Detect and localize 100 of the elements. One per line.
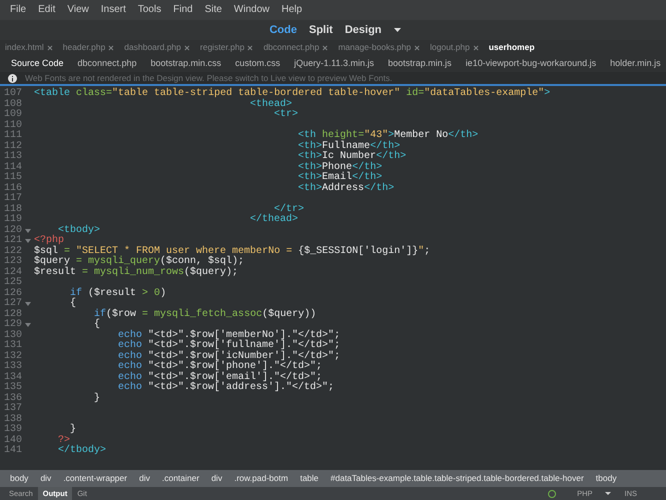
related-file-tab[interactable]: dbconnect.php bbox=[70, 55, 144, 72]
tag-selector-item[interactable]: .row.pad-botm bbox=[228, 470, 294, 487]
line-number: 139 bbox=[2, 425, 22, 435]
line-number: 132 bbox=[2, 352, 22, 362]
tag-selector-item[interactable]: body bbox=[4, 470, 34, 487]
fold-icon[interactable] bbox=[25, 239, 31, 244]
close-icon bbox=[108, 44, 114, 50]
line-number: 133 bbox=[2, 362, 22, 372]
line-number: 130 bbox=[2, 330, 22, 340]
code-line: <th height="43">Member No</th> bbox=[297, 131, 478, 141]
code-line: </thead> bbox=[249, 215, 298, 226]
line-number: 122 bbox=[2, 246, 22, 256]
fold-icon[interactable] bbox=[25, 323, 31, 328]
code-line: <th>Address</th> bbox=[297, 184, 394, 194]
related-file-tab[interactable]: custom.css bbox=[228, 55, 288, 72]
code-line: <th>Email</th> bbox=[297, 173, 382, 183]
close-icon bbox=[46, 44, 53, 50]
related-file-tab[interactable]: bootstrap.min.css bbox=[144, 55, 228, 72]
line-number: 121 bbox=[2, 236, 22, 246]
close-icon bbox=[322, 44, 328, 50]
line-number: 109 bbox=[2, 110, 22, 120]
line-number: 110 bbox=[2, 120, 22, 130]
caret-icon[interactable] bbox=[394, 28, 401, 32]
document-tab[interactable]: dbconnect.php bbox=[258, 40, 334, 55]
document-tab[interactable]: header.php bbox=[58, 40, 120, 55]
code-line: } bbox=[93, 394, 100, 404]
code-line: <th>Phone</th> bbox=[297, 162, 382, 172]
menu-item[interactable]: Insert bbox=[94, 0, 132, 20]
line-number: 129 bbox=[2, 320, 22, 330]
code-line: <table class="table table-striped table-bordered table-hover" id="dataTables-example"> bbox=[34, 89, 550, 99]
related-file-tab[interactable]: jQuery-1.11.3.min.js bbox=[287, 55, 382, 72]
line-number: 118 bbox=[2, 204, 22, 214]
code-line: if($row = mysqli_fetch_assoc($query)) bbox=[93, 310, 316, 320]
line-number: 115 bbox=[2, 173, 22, 183]
tag-selector-item[interactable]: div bbox=[205, 470, 228, 487]
line-number: 134 bbox=[2, 372, 22, 382]
line-number: 137 bbox=[2, 404, 22, 414]
code-line: echo "<td>".$row['memberNo']."</td>"; bbox=[117, 330, 340, 340]
menu-item[interactable]: Tools bbox=[132, 0, 168, 20]
related-file-tab[interactable]: Source Code bbox=[4, 55, 71, 72]
line-number: 136 bbox=[2, 394, 22, 404]
line-number: 125 bbox=[2, 278, 22, 288]
tag-selector-item[interactable]: .container bbox=[156, 470, 206, 487]
menu-item[interactable]: View bbox=[61, 0, 95, 20]
line-number: 111 bbox=[2, 131, 22, 141]
line-number: 127 bbox=[2, 299, 22, 309]
caret-icon[interactable] bbox=[605, 492, 612, 495]
close-icon bbox=[472, 44, 479, 50]
code-line: $query = mysqli_query($conn, $sql); bbox=[34, 257, 244, 267]
code-line: } bbox=[70, 425, 76, 436]
view-tab[interactable]: Split bbox=[304, 20, 337, 40]
line-number: 124 bbox=[2, 268, 22, 278]
related-file-tab[interactable]: ie10-viewport-bug-workaround.js bbox=[458, 55, 604, 72]
code-line: { bbox=[69, 299, 76, 310]
code-line: { bbox=[93, 320, 100, 330]
menu-item[interactable]: File bbox=[4, 0, 32, 20]
status-icon bbox=[548, 490, 556, 498]
tag-selector-item[interactable]: #dataTables-example.table.table-striped.table-bordered.table-hover bbox=[324, 470, 590, 487]
line-number: 128 bbox=[2, 310, 22, 320]
code-line: <thead> bbox=[249, 100, 292, 110]
menu-item[interactable]: Help bbox=[276, 0, 308, 20]
document-tab[interactable]: index.html bbox=[0, 40, 58, 55]
document-tab[interactable]: register.php bbox=[195, 40, 258, 55]
line-number: 138 bbox=[2, 414, 22, 424]
line-number: 126 bbox=[2, 288, 22, 298]
line-number: 119 bbox=[2, 215, 22, 225]
document-tab[interactable]: manage-books.php bbox=[333, 40, 425, 55]
code-line: <th>Fullname</th> bbox=[297, 142, 400, 152]
code-line: <tbody> bbox=[58, 226, 100, 236]
document-tab[interactable]: userhomep bbox=[484, 40, 540, 55]
line-number: 141 bbox=[2, 446, 22, 456]
fold-icon[interactable] bbox=[25, 228, 31, 233]
tag-selector-item[interactable]: tbody bbox=[590, 470, 623, 487]
line-number: 123 bbox=[2, 257, 22, 267]
related-file-tab[interactable]: holder.min.js bbox=[603, 55, 666, 72]
tag-selector-item[interactable]: div bbox=[133, 470, 156, 487]
line-number: 131 bbox=[2, 341, 22, 351]
code-line: if ($result > 0) bbox=[69, 288, 166, 298]
menu-item[interactable]: Window bbox=[228, 0, 276, 20]
line-number: 114 bbox=[2, 162, 22, 172]
close-icon bbox=[414, 44, 420, 50]
menu-item[interactable]: Site bbox=[198, 0, 228, 20]
code-line: echo "<td>".$row['fullname']."</td>"; bbox=[117, 341, 340, 351]
document-tab[interactable]: logout.php bbox=[425, 40, 484, 55]
tag-selector-item[interactable]: table bbox=[294, 470, 325, 487]
fold-icon[interactable] bbox=[25, 302, 31, 306]
code-line: </tbody> bbox=[57, 446, 106, 456]
tag-selector-item[interactable]: .content-wrapper bbox=[57, 470, 134, 487]
line-number: 116 bbox=[2, 184, 22, 194]
line-number: 117 bbox=[2, 194, 22, 204]
code-line: echo "<td>".$row['email']."</td>"; bbox=[117, 372, 322, 382]
view-tab[interactable]: Design bbox=[340, 20, 386, 40]
related-file-tab[interactable]: bootstrap.min.js bbox=[381, 55, 459, 72]
menu-item[interactable]: Find bbox=[167, 0, 199, 20]
code-line: echo "<td>".$row['phone']."</td>"; bbox=[117, 362, 322, 372]
view-tab[interactable]: Code bbox=[265, 20, 301, 40]
code-line: $result = mysqli_num_rows($query); bbox=[34, 268, 238, 278]
menu-item[interactable]: Edit bbox=[32, 0, 62, 20]
document-tab[interactable]: dashboard.php bbox=[119, 40, 196, 55]
tag-selector-item[interactable]: div bbox=[34, 470, 58, 487]
